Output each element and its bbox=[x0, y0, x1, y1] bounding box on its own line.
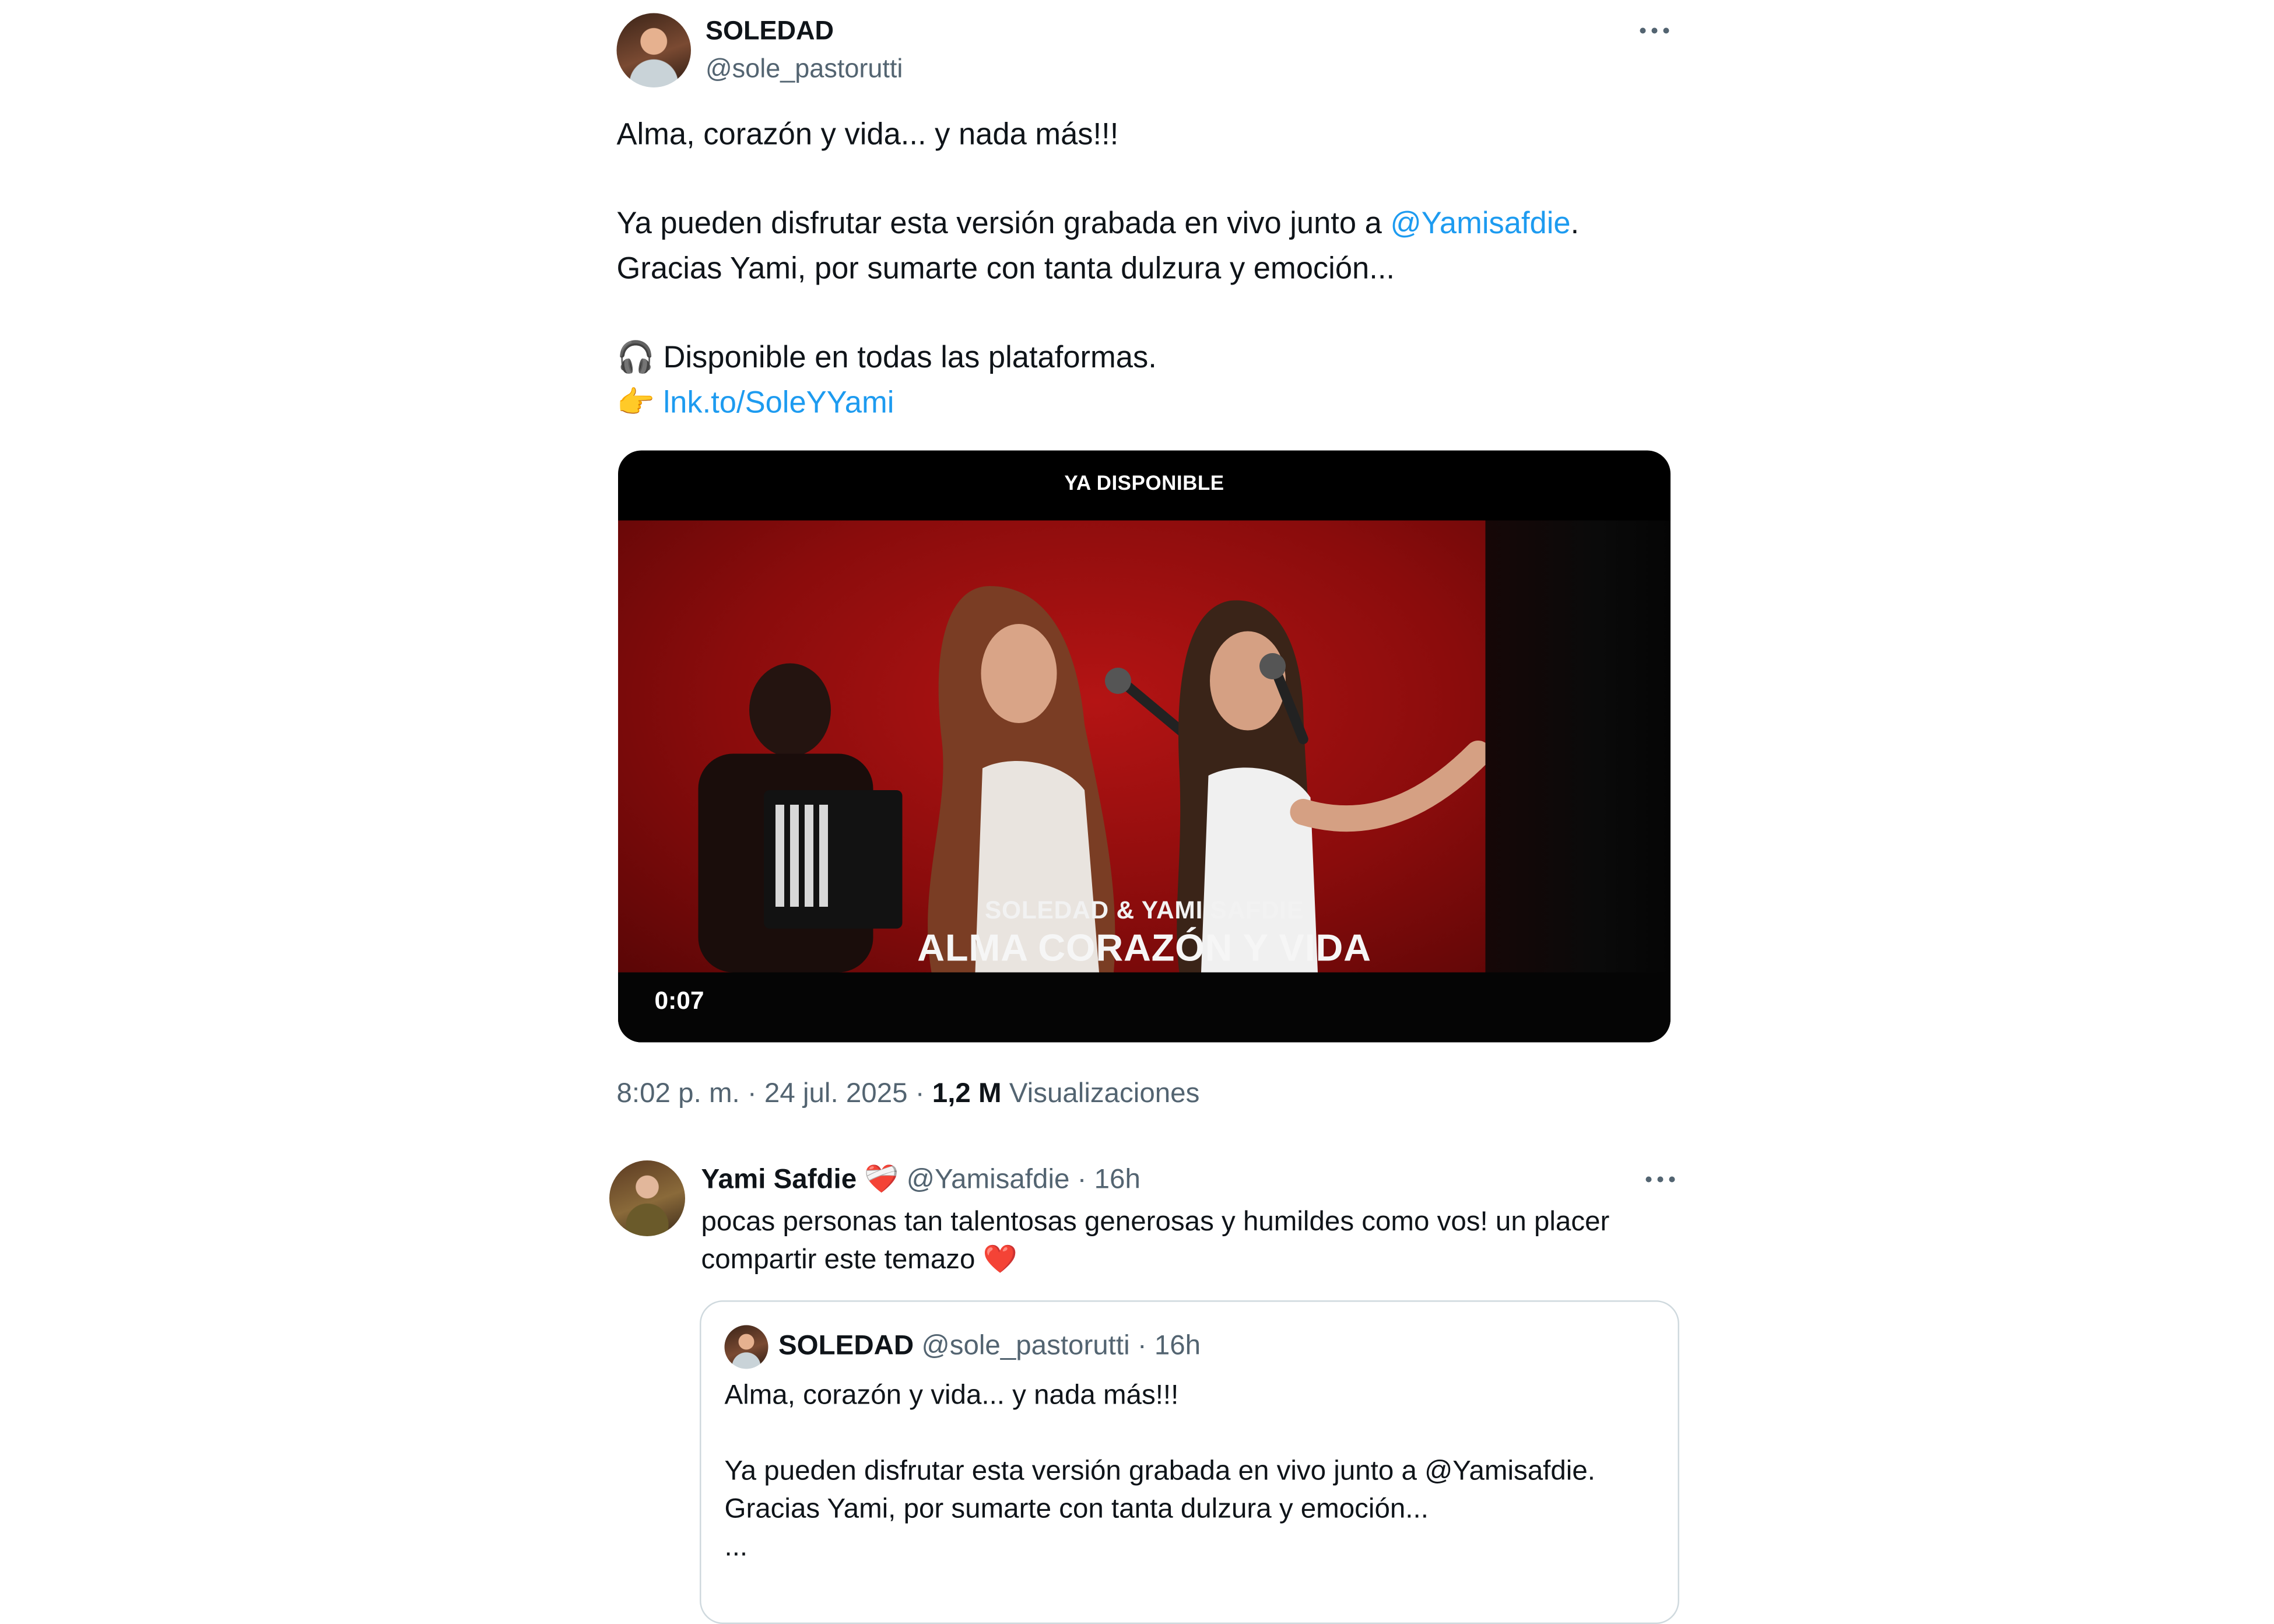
video-subtitle: SOLEDAD & YAMI SAFDIE bbox=[984, 896, 1304, 925]
quoted-header: SOLEDAD @sole_pastorutti · 16h bbox=[778, 1331, 1201, 1363]
tweet-text-line-2: Ya pueden disfrutar esta versión grabada… bbox=[617, 201, 1580, 247]
posted-at[interactable]: 8:02 p. m. · 24 jul. 2025 · bbox=[617, 1079, 932, 1110]
video-title: ALMA CORAZÓN Y VIDA bbox=[917, 925, 1371, 970]
tweet-text-line-2-prefix: Ya pueden disfrutar esta versión grabada… bbox=[616, 207, 1391, 241]
more-horizontal-icon bbox=[1640, 27, 1669, 34]
quoted-text-line-1: Alma, corazón y vida... y nada más!!! bbox=[724, 1380, 1179, 1412]
author-display-name[interactable]: SOLEDAD bbox=[706, 16, 834, 47]
quoted-text-line-3: Gracias Yami, por sumarte con tanta dulz… bbox=[724, 1494, 1429, 1525]
mention-link[interactable]: @Yamisafdie bbox=[1390, 207, 1570, 241]
views-count: 1,2 M bbox=[932, 1079, 1002, 1110]
reply-text: pocas personas tan talentosas generosas … bbox=[701, 1204, 1610, 1280]
reply-handle-time[interactable]: @Yamisafdie · 16h bbox=[907, 1165, 1140, 1196]
pointing-hand-icon: 👉 bbox=[616, 386, 655, 420]
tweet-text-line-1: Alma, corazón y vida... y nada más!!! bbox=[616, 118, 1119, 152]
quoted-text-line-4: ... bbox=[724, 1532, 748, 1563]
quoted-handle-time: @sole_pastorutti · 16h bbox=[921, 1331, 1201, 1362]
video-player[interactable]: YA DISPONIBLE SOLEDAD & YAMI SAFDIE ALMA… bbox=[618, 450, 1671, 1043]
tweet-text-line-4-text: Disponible en todas las plataformas. bbox=[654, 341, 1157, 375]
tweet-text-line-2-suffix: . bbox=[1570, 207, 1580, 241]
video-top-label: YA DISPONIBLE bbox=[1064, 471, 1224, 494]
quoted-text-line-2: Ya pueden disfrutar esta versión grabada… bbox=[724, 1456, 1595, 1488]
more-horizontal-icon bbox=[1645, 1176, 1675, 1183]
tweet-page: SOLEDAD @sole_pastorutti Alma, corazón y… bbox=[0, 0, 2274, 1624]
reply-more-options-button[interactable] bbox=[1641, 1163, 1679, 1195]
quoted-display-name: SOLEDAD bbox=[778, 1331, 914, 1362]
tweet-text-line-5: 👉 lnk.to/SoleYYami bbox=[617, 381, 894, 426]
reply-display-name[interactable]: Yami Safdie bbox=[701, 1165, 857, 1196]
heart-badge-icon: ❤️‍🩹 bbox=[864, 1164, 899, 1196]
reply-text-line-1: pocas personas tan talentosas generosas … bbox=[701, 1207, 1610, 1238]
video-controls-bar bbox=[618, 972, 1671, 1043]
tweet-meta: 8:02 p. m. · 24 jul. 2025 · 1,2 M Visual… bbox=[617, 1079, 1200, 1111]
author-avatar[interactable] bbox=[616, 13, 691, 87]
tweet-text-line-4: 🎧 Disponible en todas las plataformas. bbox=[617, 335, 1157, 381]
reply-header: Yami Safdie ❤️‍🩹 @Yamisafdie · 16h bbox=[701, 1162, 1140, 1197]
quoted-tweet-card[interactable]: SOLEDAD @sole_pastorutti · 16h Alma, cor… bbox=[700, 1300, 1679, 1624]
red-heart-icon: ❤️ bbox=[982, 1245, 1017, 1276]
headphones-icon: 🎧 bbox=[616, 341, 655, 375]
tweet-text-line-3: Gracias Yami, por sumarte con tanta dulz… bbox=[616, 252, 1395, 286]
author-handle[interactable]: @sole_pastorutti bbox=[706, 54, 903, 85]
external-link[interactable]: lnk.to/SoleYYami bbox=[664, 387, 894, 420]
reply-text-line-2: compartir este temazo bbox=[701, 1245, 983, 1276]
quoted-avatar bbox=[724, 1325, 768, 1369]
views-label: Visualizaciones bbox=[1001, 1079, 1200, 1110]
reply-avatar[interactable] bbox=[609, 1160, 685, 1236]
video-timestamp: 0:07 bbox=[654, 987, 704, 1015]
more-options-button[interactable] bbox=[1636, 15, 1673, 47]
